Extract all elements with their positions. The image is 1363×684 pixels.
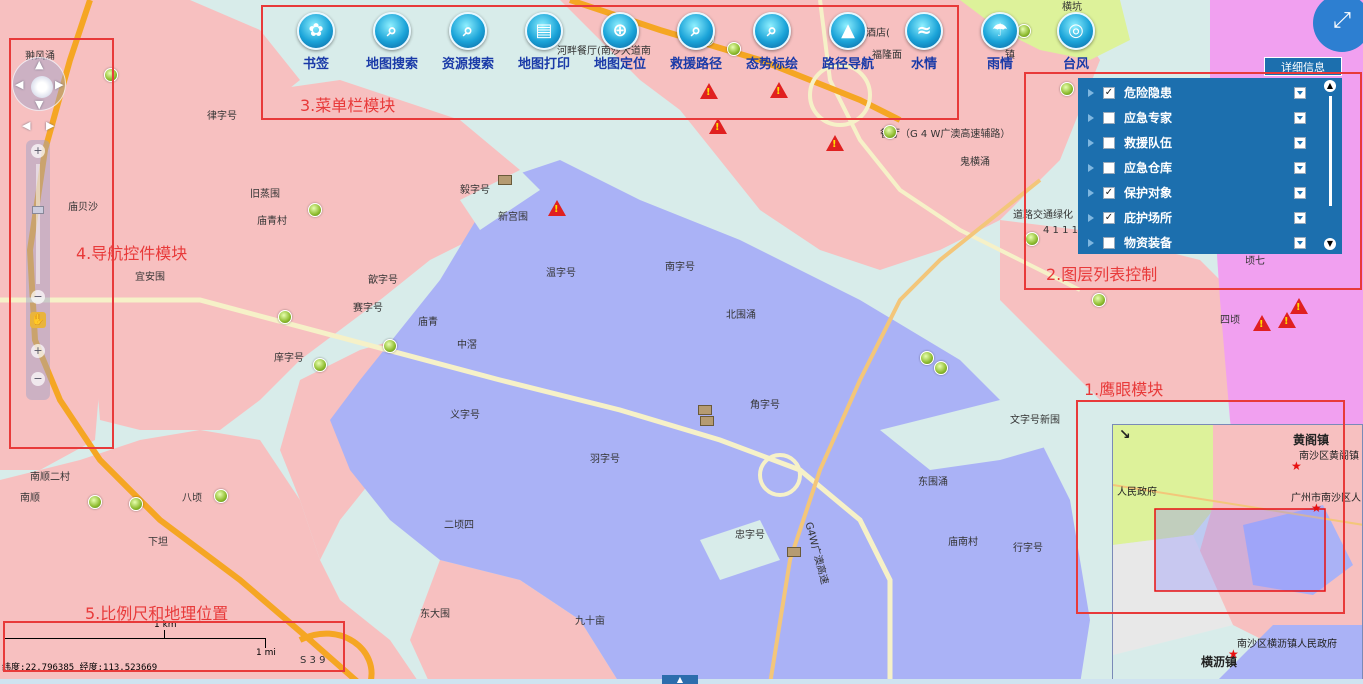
annotation-box-layers [1024,72,1362,290]
place-label: 角字号 [750,400,780,411]
place-label: 餐厅（G 4 W广澳高速辅路） [880,129,1011,140]
place-label: 九十亩 [575,616,605,627]
place-label: 南顺二村 [30,472,70,483]
rain-cloud-icon[interactable]: ☂ [981,12,1019,50]
building-icon[interactable] [787,547,801,557]
hazard-warning-icon[interactable] [548,200,566,216]
menu-item-label: 台风 [1062,57,1089,72]
building-icon[interactable] [698,405,712,415]
place-label: 义字号 [450,410,480,421]
shelter-marker-icon[interactable] [308,203,322,217]
annotation-label-layers: 2.图层列表控制 [1046,265,1158,284]
place-label: 温字号 [546,268,576,279]
place-label: 庙青村 [257,216,287,227]
expand-panel-button[interactable]: ▲ [662,675,698,684]
shelter-marker-icon[interactable] [313,358,327,372]
typhoon-icon[interactable]: ◎ [1057,12,1095,50]
annotation-label-nav: 4.导航控件模块 [76,244,188,263]
place-label: 中滘 [457,340,477,351]
place-label: 八顷 [182,493,202,504]
place-label: 东围涌 [918,477,948,488]
shelter-marker-icon[interactable] [1092,293,1106,307]
place-label: 鬼横涌 [960,157,990,168]
annotation-box-scale [3,621,345,672]
hazard-warning-icon[interactable] [709,118,727,134]
shelter-marker-icon[interactable] [129,497,143,511]
hazard-warning-icon[interactable] [1278,312,1296,328]
place-label: 庙南村 [948,537,978,548]
building-icon[interactable] [498,175,512,185]
hazard-warning-icon[interactable] [1253,315,1271,331]
place-label: 下坦 [148,537,168,548]
shelter-marker-icon[interactable] [88,495,102,509]
place-label: 东大围 [420,609,450,620]
place-label: 律字号 [207,111,237,122]
place-label: 二顷四 [444,520,474,531]
annotation-label-menu: 3.菜单栏模块 [300,96,396,115]
building-icon[interactable] [700,416,714,426]
place-label: 行字号 [1013,543,1043,554]
place-label: 羽字号 [590,454,620,465]
shelter-marker-icon[interactable] [383,339,397,353]
place-label: 北围涌 [726,310,756,321]
shelter-marker-icon[interactable] [920,351,934,365]
place-label: 四顷 [1220,315,1240,326]
place-label: 忠字号 [735,530,765,541]
place-label: 毅字号 [460,185,490,196]
place-label: 旧蒸围 [250,189,280,200]
hazard-warning-icon[interactable] [1290,298,1308,314]
place-label: 南顺 [20,493,40,504]
place-label: 文字号新围 [1010,415,1060,426]
shelter-marker-icon[interactable] [883,125,897,139]
place-label: 南字号 [665,262,695,273]
annotation-label-eagle: 1.鹰眼模块 [1084,380,1164,399]
place-label: 庠字号 [274,353,304,364]
menu-item[interactable]: ☂ 雨情 [962,12,1038,74]
shelter-marker-icon[interactable] [278,310,292,324]
eagle-place-label: 南沙区横沥镇人民政府 [1237,639,1337,650]
place-label: 歆字号 [368,275,398,286]
place-label: 新宫围 [498,212,528,223]
place-label: 宜安围 [135,272,165,283]
eagle-star-icon: ★ [1228,647,1239,661]
shelter-marker-icon[interactable] [934,361,948,375]
menu-item-label: 雨情 [986,57,1013,72]
hazard-warning-icon[interactable] [826,135,844,151]
place-label: 赛字号 [353,303,383,314]
shelter-marker-icon[interactable] [214,489,228,503]
annotation-label-scale: 5.比例尺和地理位置 [85,604,229,623]
annotation-box-eagle [1076,400,1345,614]
menu-item[interactable]: ◎ 台风 [1038,12,1114,74]
place-label: 庙青 [418,317,438,328]
